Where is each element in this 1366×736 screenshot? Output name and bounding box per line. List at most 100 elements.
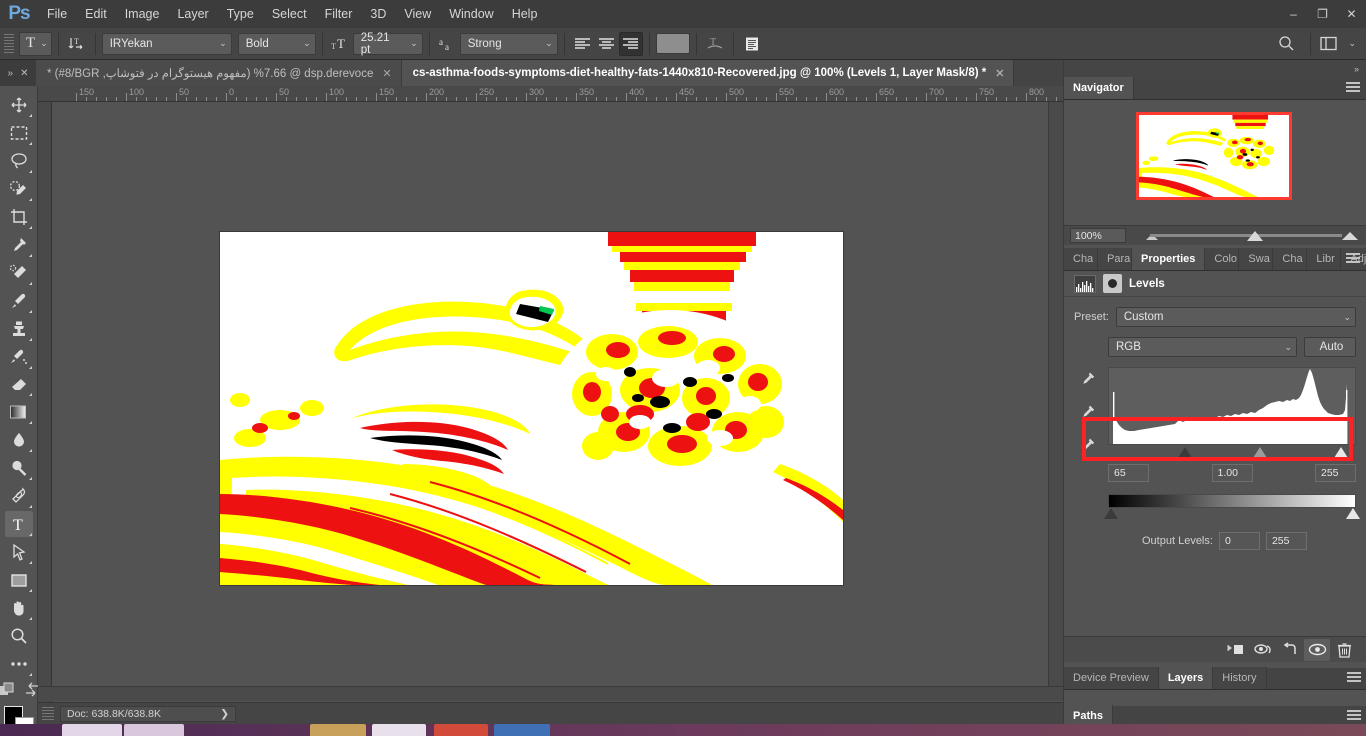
tab-history[interactable]: History [1213, 667, 1267, 689]
navigator-thumbnail[interactable] [1136, 112, 1292, 200]
quick-selection-tool[interactable] [5, 176, 33, 202]
workspace-icon[interactable] [1317, 32, 1341, 56]
output-levels-ramp[interactable] [1108, 494, 1356, 508]
tab-swa[interactable]: Swa [1239, 248, 1274, 270]
input-black-field[interactable]: 65 [1108, 464, 1149, 482]
quick-mask-icon[interactable] [0, 682, 16, 700]
close-icon[interactable]: ✕ [20, 68, 28, 79]
taskbar-item[interactable] [372, 724, 426, 736]
canvas-area[interactable] [52, 102, 1063, 702]
input-white-field[interactable]: 255 [1315, 464, 1356, 482]
set-black-point-eyedropper[interactable] [1079, 371, 1096, 391]
clone-stamp-tool[interactable] [5, 316, 33, 342]
expand-dock-icon[interactable]: » [1354, 64, 1359, 74]
input-white-slider[interactable] [1334, 447, 1348, 458]
rectangle-tool[interactable] [5, 567, 33, 593]
output-white-field[interactable]: 255 [1265, 532, 1307, 550]
input-gamma-slider[interactable] [1253, 447, 1267, 458]
lasso-tool[interactable] [5, 148, 33, 174]
anti-alias-select[interactable]: Strong ⌄ [459, 32, 558, 55]
dock-collapse-bar[interactable]: » [1064, 60, 1366, 78]
move-tool[interactable] [5, 92, 33, 118]
navigator-body[interactable] [1064, 100, 1366, 225]
hand-tool[interactable] [5, 595, 33, 621]
font-style-select[interactable]: Bold ⌄ [237, 32, 316, 55]
close-icon[interactable]: ✕ [995, 67, 1004, 80]
clip-to-layer-icon[interactable] [1223, 639, 1249, 661]
menu-select[interactable]: Select [263, 0, 316, 28]
blur-tool[interactable] [5, 427, 33, 453]
toggle-visibility-icon[interactable] [1304, 638, 1330, 661]
output-white-slider[interactable] [1346, 508, 1360, 519]
tab-cha[interactable]: Cha [1064, 248, 1098, 270]
chevron-right-icon[interactable]: ❯ [220, 708, 229, 720]
zoom-tool[interactable] [5, 623, 33, 649]
menu-help[interactable]: Help [503, 0, 547, 28]
close-button[interactable]: ✕ [1337, 0, 1366, 28]
reset-icon[interactable] [1277, 639, 1303, 661]
taskbar-item[interactable] [124, 724, 184, 736]
horizontal-scrollbar[interactable] [38, 686, 1063, 701]
channel-select[interactable]: RGB ⌄ [1108, 337, 1297, 357]
tab-properties[interactable]: Properties [1132, 248, 1206, 270]
menu-3d[interactable]: 3D [361, 0, 395, 28]
taskbar-item[interactable] [494, 724, 550, 736]
tab-device-preview[interactable]: Device Preview [1064, 667, 1159, 689]
eraser-tool[interactable] [5, 372, 33, 398]
menu-window[interactable]: Window [440, 0, 502, 28]
taskbar-item[interactable] [310, 724, 366, 736]
options-bar-grip[interactable] [4, 33, 14, 54]
edit-toolbar-tool[interactable] [5, 651, 33, 677]
panel-menu-icon[interactable] [1346, 253, 1360, 265]
current-tool-preset[interactable]: T ⌄ [19, 31, 52, 56]
tab-libr[interactable]: Libr [1307, 248, 1342, 270]
menu-type[interactable]: Type [218, 0, 263, 28]
tab-strip-controls[interactable]: » ✕ [0, 60, 36, 86]
path-selection-tool[interactable] [5, 539, 33, 565]
expand-dock-icon[interactable]: » [8, 68, 14, 79]
align-center-button[interactable] [595, 32, 619, 56]
document-tab-1[interactable]: ecovered.psd @ 66.7% (مفهوم هیستوگرام در… [36, 60, 402, 86]
menu-layer[interactable]: Layer [168, 0, 217, 28]
preset-select[interactable]: Custom ⌄ [1115, 307, 1356, 327]
taskbar-item[interactable] [434, 724, 488, 736]
rectangular-marquee-tool[interactable] [5, 120, 33, 146]
menu-file[interactable]: File [38, 0, 76, 28]
menu-filter[interactable]: Filter [316, 0, 362, 28]
levels-histogram[interactable] [1108, 367, 1356, 445]
gradient-tool[interactable] [5, 399, 33, 425]
auto-button[interactable]: Auto [1304, 337, 1356, 357]
type-tool[interactable]: T [4, 511, 33, 538]
panel-menu-icon[interactable] [1347, 672, 1361, 684]
input-black-slider[interactable] [1178, 447, 1192, 458]
eyedropper-tool[interactable] [5, 232, 33, 258]
warp-text-icon[interactable]: T [703, 32, 727, 56]
align-right-button[interactable] [618, 31, 643, 56]
panel-menu-icon[interactable] [1347, 710, 1361, 722]
taskbar-item[interactable] [62, 724, 122, 736]
tab-para[interactable]: Para [1098, 248, 1132, 270]
status-bar-grip[interactable] [42, 706, 54, 721]
menu-view[interactable]: View [395, 0, 440, 28]
output-black-field[interactable]: 0 [1218, 532, 1260, 550]
layer-mask-icon[interactable] [1103, 274, 1122, 293]
font-family-select[interactable]: IRYekan ⌄ [101, 32, 232, 55]
zoom-slider-track[interactable] [1150, 233, 1342, 237]
document-size-status[interactable]: Doc: 638.8K/638.8K ❯ [60, 705, 236, 722]
maximize-button[interactable]: ❐ [1308, 0, 1337, 28]
document-canvas[interactable] [220, 232, 843, 585]
pen-tool[interactable] [5, 483, 33, 509]
dodge-tool[interactable] [5, 455, 33, 481]
align-left-button[interactable] [571, 32, 595, 56]
history-brush-tool[interactable] [5, 344, 33, 370]
view-previous-state-icon[interactable] [1250, 639, 1276, 661]
search-icon[interactable] [1274, 32, 1298, 56]
close-icon[interactable]: ✕ [382, 67, 391, 80]
document-tab-2[interactable]: cs-asthma-foods-symptoms-diet-healthy-fa… [401, 60, 1015, 86]
tab-cha[interactable]: Cha [1273, 248, 1308, 270]
panel-menu-icon[interactable] [1346, 82, 1360, 94]
delete-adjustment-icon[interactable] [1331, 639, 1357, 661]
spot-healing-brush-tool[interactable] [5, 260, 33, 286]
crop-tool[interactable] [5, 204, 33, 230]
set-white-point-eyedropper[interactable] [1079, 437, 1096, 457]
